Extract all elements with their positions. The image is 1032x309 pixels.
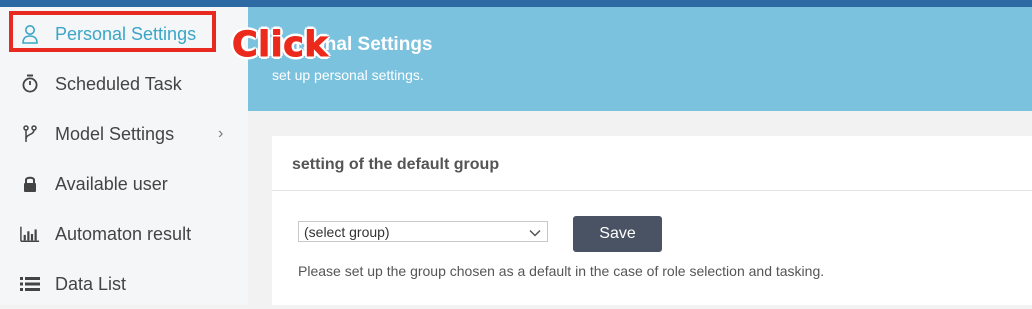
sidebar-item-available-user[interactable]: Available user xyxy=(0,159,248,209)
list-icon xyxy=(20,274,40,294)
click-highlight-box xyxy=(9,11,216,52)
sidebar-item-model-settings[interactable]: Model Settings › xyxy=(0,109,248,159)
sidebar-item-label: Data List xyxy=(55,273,127,294)
sidebar-item-scheduled-task[interactable]: Scheduled Task xyxy=(0,59,248,109)
page-subtitle: set up personal settings. xyxy=(272,67,424,83)
sidebar-item-automaton-result[interactable]: Automaton result xyxy=(0,209,248,259)
stopwatch-icon xyxy=(20,74,40,94)
default-group-card: setting of the default group (select gro… xyxy=(272,136,1032,305)
group-select-value: (select group) xyxy=(304,223,390,240)
bar-chart-icon xyxy=(20,224,40,244)
sidebar-item-label: Model Settings xyxy=(55,123,175,144)
sidebar-item-label: Available user xyxy=(55,173,168,194)
help-text: Please set up the group chosen as a defa… xyxy=(298,263,825,279)
branch-icon xyxy=(20,124,40,144)
click-annotation: Click xyxy=(231,25,329,65)
page-header xyxy=(248,7,1032,111)
chevron-right-icon: › xyxy=(218,125,224,142)
sidebar-item-data-list[interactable]: Data List xyxy=(0,259,248,309)
sidebar-item-label: Automaton result xyxy=(55,223,192,244)
chevron-down-icon xyxy=(529,226,541,238)
save-button[interactable]: Save xyxy=(573,216,662,252)
sidebar-item-label: Scheduled Task xyxy=(55,73,182,94)
group-select[interactable]: (select group) xyxy=(298,221,548,242)
card-title: setting of the default group xyxy=(292,156,500,173)
lock-icon xyxy=(20,174,40,194)
top-bar xyxy=(0,0,1032,7)
card-divider xyxy=(272,190,1032,191)
